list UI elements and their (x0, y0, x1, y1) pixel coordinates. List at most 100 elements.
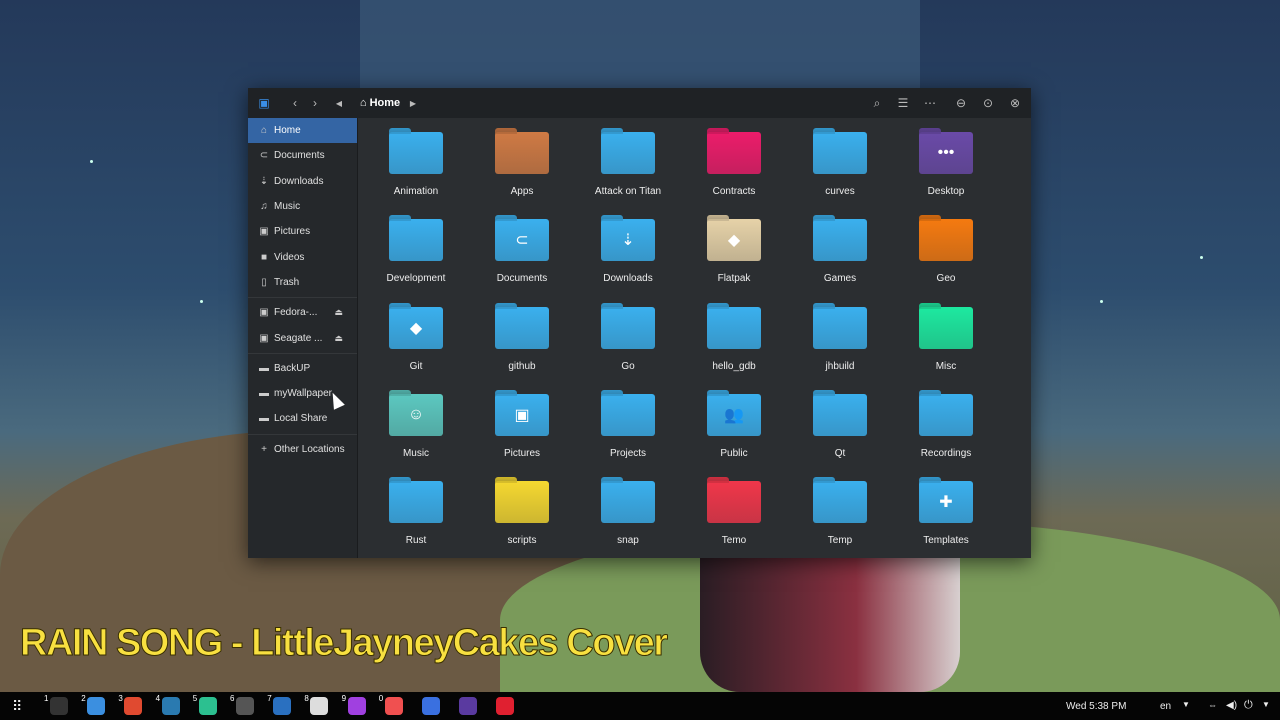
file-item[interactable]: Qt (790, 393, 890, 459)
sidebar-item-trash[interactable]: ▯ Trash (248, 270, 357, 295)
taskbar-app-chrome[interactable]: 3 (118, 694, 143, 715)
sidebar-device[interactable]: ▣ Fedora-... ⏏ (248, 300, 357, 325)
file-item[interactable]: snap (578, 481, 678, 546)
divider (248, 352, 357, 354)
file-item[interactable]: Geo (896, 219, 996, 284)
file-item[interactable]: Projects (578, 393, 678, 459)
folder-icon (919, 393, 973, 436)
drive-icon: ▣ (259, 307, 269, 319)
taskbar-app-app4[interactable]: 4 (156, 694, 180, 715)
file-name: Flatpak (717, 273, 751, 285)
file-item[interactable]: Temp (790, 481, 890, 546)
taskbar-app-files[interactable]: 2 (81, 694, 106, 715)
sidebar-item-documents[interactable]: ⊂ Documents (248, 143, 357, 168)
forward-button[interactable]: › (306, 93, 324, 113)
app-grid-icon[interactable]: ⠿ (12, 698, 22, 715)
sidebar-item-home[interactable]: ⌂ Home (248, 118, 357, 144)
sidebar-item-label: Documents (274, 150, 325, 162)
sidebar-bookmark[interactable]: ▬ Local Share (248, 406, 357, 431)
path-home-button[interactable]: ⌂ Home (350, 93, 410, 113)
file-item[interactable]: ⊂ Documents (472, 219, 572, 284)
trash-icon: ▯ (261, 276, 267, 288)
chevron-down-icon[interactable]: ▼ (1182, 700, 1190, 709)
sidebar-item-music[interactable]: ♫ Music (248, 194, 357, 219)
sidebar-other-locations[interactable]: + Other Locations (248, 437, 357, 462)
file-item[interactable]: Recordings (896, 393, 996, 459)
sidebar-item-videos[interactable]: ■ Videos (248, 244, 357, 269)
file-item[interactable]: ▣ Pictures (472, 393, 572, 459)
file-item[interactable]: Development (366, 219, 466, 284)
clock[interactable]: Wed 5:38 PM (1066, 701, 1126, 712)
sidebar-item-label: myWallpaper (274, 388, 332, 400)
back-button[interactable]: ‹ (286, 93, 304, 113)
folder-icon: ▣ (495, 393, 549, 436)
file-item[interactable]: ✚ Templates (896, 481, 996, 546)
taskbar-app-firefox[interactable] (422, 697, 440, 715)
close-button[interactable]: ⊗ (1008, 93, 1022, 113)
file-item[interactable]: Go (578, 306, 678, 372)
path-right-button[interactable]: ▶ (406, 93, 420, 113)
file-item[interactable]: ◆ Flatpak (684, 219, 784, 284)
home-icon: ⌂ (260, 125, 268, 137)
file-item[interactable]: scripts (472, 481, 572, 546)
folder-icon (389, 219, 443, 262)
taskbar-app-app7[interactable]: 7 (267, 694, 292, 715)
file-item[interactable]: 👥 Public (684, 393, 784, 459)
language-indicator[interactable]: en (1160, 701, 1171, 712)
home-icon: ⌂ (359, 97, 370, 109)
search-icon[interactable]: ⌕ (868, 93, 886, 113)
volume-icon[interactable]: ◀) (1226, 700, 1237, 711)
file-item[interactable]: ◆ Git (366, 306, 466, 372)
file-name: Geo (936, 273, 956, 285)
power-icon[interactable]: ⏻ (1244, 699, 1253, 712)
file-item[interactable]: Misc (896, 306, 996, 372)
taskbar-app-recorder[interactable] (496, 697, 515, 715)
sidebar-item-label: Local Share (274, 413, 328, 425)
file-item[interactable]: jhbuild (790, 306, 890, 372)
menu-icon[interactable]: ⋯ (920, 93, 940, 113)
taskbar-app-app-3[interactable] (459, 697, 478, 715)
folder-icon (601, 132, 655, 174)
sidebar-item-downloads[interactable]: ⇣ Downloads (248, 169, 357, 194)
sidebar-item-pictures[interactable]: ▣ Pictures (248, 219, 357, 244)
header-bar: ▣ ‹ › ◀ ⌂ Home ▶ ⌕ ☰ ⋯ ⊖ ⊙ ⊗ (248, 88, 1031, 118)
file-item[interactable]: Apps (472, 132, 572, 197)
folder-icon: ◆ (707, 219, 761, 262)
taskbar-app-screenshot[interactable]: 0 (379, 694, 403, 715)
star (90, 160, 93, 163)
minimize-button[interactable]: ⊖ (954, 93, 968, 113)
taskbar: ⠿ Wed 5:38 PM en ▼ ⇔ ◀) ⏻ ▼ 1 2 3 4 5 6 7 8 9 0 (0, 692, 1280, 720)
file-item[interactable]: ☺ Music (366, 393, 466, 459)
network-icon[interactable]: ⇔ (1208, 700, 1217, 710)
file-item[interactable]: ••• Desktop (896, 132, 996, 197)
file-item[interactable]: curves (790, 132, 890, 197)
file-name: Go (621, 360, 635, 372)
file-name: Templates (923, 535, 969, 547)
taskbar-app-number: 0 (378, 694, 384, 703)
sidebar-bookmark[interactable]: ▬ BackUP (248, 356, 357, 381)
taskbar-app-media-player[interactable]: 9 (342, 694, 366, 715)
file-item[interactable]: Contracts (684, 132, 784, 197)
sidebar-device[interactable]: ▣ Seagate ... ⏏ (248, 325, 357, 350)
taskbar-app-text-editor[interactable]: 8 (304, 694, 329, 715)
file-name: scripts (507, 535, 537, 547)
file-item[interactable]: Temo (684, 481, 784, 546)
list-view-icon[interactable]: ☰ (894, 93, 912, 113)
taskbar-app-terminal[interactable]: 1 (44, 694, 68, 715)
eject-icon[interactable]: ⏏ (334, 333, 343, 344)
chevron-down-icon[interactable]: ▼ (1262, 700, 1270, 709)
path-left-button[interactable]: ◀ (332, 93, 346, 113)
file-name: Projects (609, 447, 647, 459)
file-item[interactable]: hello_gdb (684, 306, 784, 372)
file-item[interactable]: Attack on Titan (578, 132, 678, 197)
file-item[interactable]: github (472, 306, 572, 372)
file-item[interactable]: ⇣ Downloads (578, 219, 678, 284)
eject-icon[interactable]: ⏏ (334, 307, 343, 318)
maximize-button[interactable]: ⊙ (981, 93, 995, 113)
taskbar-app-settings[interactable]: 6 (230, 694, 254, 715)
file-item[interactable]: Animation (366, 132, 466, 197)
file-item[interactable]: Rust (366, 481, 466, 546)
file-name: Public (720, 447, 748, 459)
file-item[interactable]: Games (790, 219, 890, 284)
taskbar-app-app5[interactable]: 5 (193, 694, 217, 715)
